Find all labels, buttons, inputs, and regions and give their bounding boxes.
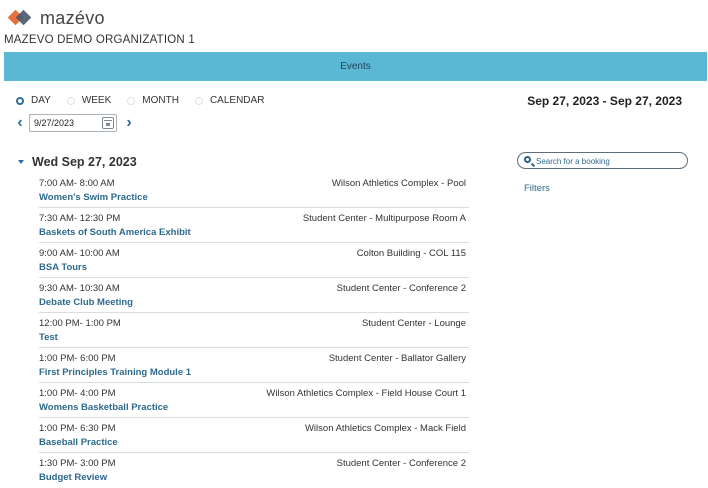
event-location: Student Center - Conference 2 [336,283,466,294]
brand: mazévo [7,7,105,28]
event-location: Student Center - Lounge [361,318,466,329]
event-row: 1:30 PM- 3:00 PM Student Center - Confer… [39,453,469,488]
event-location: Wilson Athletics Complex - Pool [331,178,466,189]
event-time: 12:00 PM- 1:00 PM [39,318,121,329]
event-row: 7:00 AM- 8:00 AM Wilson Athletics Comple… [39,173,469,208]
event-row: 1:00 PM- 4:00 PM Wilson Athletics Comple… [39,383,469,418]
radio-day[interactable] [16,96,24,105]
event-location: Student Center - Conference 2 [336,458,466,469]
event-time: 7:30 AM- 12:30 PM [39,213,121,224]
event-row: 1:00 PM- 6:00 PM Student Center - Ballat… [39,348,469,383]
event-row: 7:30 AM- 12:30 PM Student Center - Multi… [39,208,469,243]
date-picker-value: 9/27/2023 [34,118,75,128]
event-time: 1:00 PM- 6:30 PM [39,423,116,434]
radio-calendar[interactable] [194,96,203,105]
filters-link[interactable]: Filters [524,183,550,194]
event-title-link[interactable]: Debate Club Meeting [39,297,133,308]
event-title-link[interactable]: Test [39,332,58,343]
view-week-option[interactable]: WEEK [66,95,112,106]
booking-search[interactable] [517,152,688,169]
event-row: 9:00 AM- 10:00 AM Colton Building - COL … [39,243,469,278]
organization-name: MAZEVO DEMO ORGANIZATION 1 [4,34,195,46]
search-icon [524,156,531,163]
chevron-right-icon[interactable]: › [123,115,135,131]
view-calendar-label: CALENDAR [209,95,265,106]
chevron-left-icon[interactable]: ‹ [14,115,26,131]
event-location: Student Center - Ballator Gallery [328,353,466,364]
event-list: 7:00 AM- 8:00 AM Wilson Athletics Comple… [39,173,469,488]
event-location: Wilson Athletics Complex - Mack Field [304,423,466,434]
view-week-label: WEEK [81,95,112,106]
tab-events[interactable]: Events [4,52,707,81]
view-options: DAY WEEK MONTH CALENDAR [16,95,280,106]
event-time: 9:00 AM- 10:00 AM [39,248,120,259]
date-picker-input[interactable]: 9/27/2023 [29,114,117,132]
event-row: 12:00 PM- 1:00 PM Student Center - Loung… [39,313,469,348]
date-range: Sep 27, 2023 - Sep 27, 2023 [527,94,682,108]
event-time: 1:00 PM- 4:00 PM [39,388,116,399]
event-title-link[interactable]: Women's Swim Practice [39,192,148,203]
radio-month[interactable] [127,96,136,105]
view-calendar-option[interactable]: CALENDAR [194,95,265,106]
event-location: Student Center - Multipurpose Room A [302,213,466,224]
day-title: Wed Sep 27, 2023 [32,155,137,169]
event-row: 1:00 PM- 6:30 PM Wilson Athletics Comple… [39,418,469,453]
event-title-link[interactable]: BSA Tours [39,262,87,273]
view-month-option[interactable]: MONTH [127,95,179,106]
date-navigation: ‹ 9/27/2023 › [14,114,135,132]
event-title-link[interactable]: First Principles Training Module 1 [39,367,191,378]
event-time: 7:00 AM- 8:00 AM [39,178,115,189]
event-title-link[interactable]: Budget Review [39,472,107,483]
event-title-link[interactable]: Baskets of South America Exhibit [39,227,191,238]
event-title-link[interactable]: Womens Basketball Practice [39,402,168,413]
event-time: 9:30 AM- 10:30 AM [39,283,120,294]
radio-week[interactable] [66,96,75,105]
event-title-link[interactable]: Baseball Practice [39,437,118,448]
caret-down-icon[interactable] [18,160,24,164]
event-time: 1:30 PM- 3:00 PM [39,458,116,469]
day-header[interactable]: Wed Sep 27, 2023 [18,155,137,169]
event-location: Colton Building - COL 115 [356,248,466,259]
calendar-icon[interactable] [102,117,114,129]
view-day-option[interactable]: DAY [16,95,51,106]
search-input[interactable] [536,155,681,167]
event-time: 1:00 PM- 6:00 PM [39,353,116,364]
event-row: 9:30 AM- 10:30 AM Student Center - Confe… [39,278,469,313]
logo-icon [7,9,34,27]
event-location: Wilson Athletics Complex - Field House C… [266,388,466,399]
view-day-label: DAY [31,95,51,106]
tab-bar: Events [4,52,707,81]
view-month-label: MONTH [142,95,179,106]
brand-name: mazévo [40,7,105,28]
